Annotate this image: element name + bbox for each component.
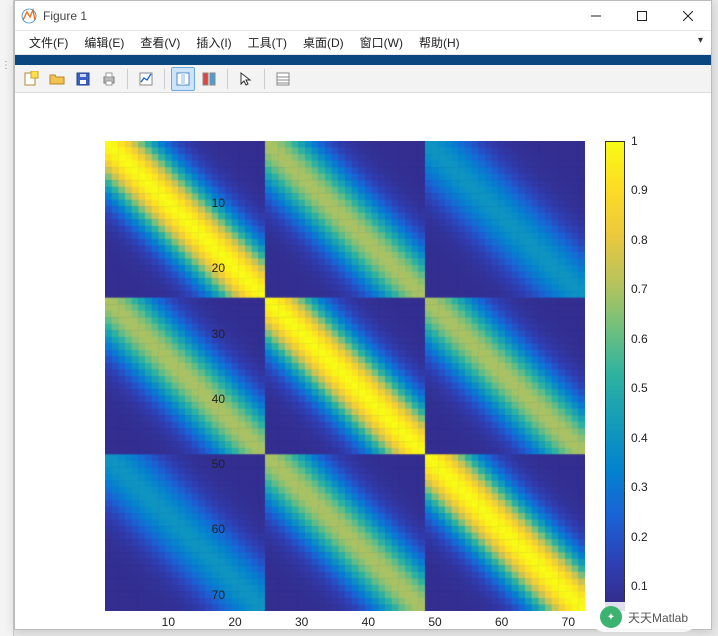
x-tick-label: 70 — [562, 615, 575, 629]
y-tick-label: 60 — [212, 522, 225, 536]
print-button[interactable] — [97, 67, 121, 91]
window-title: Figure 1 — [43, 9, 573, 23]
watermark-text: 天天Matlab — [628, 609, 688, 626]
figure-window: Figure 1 文件(F) 编辑(E) 查看(V) 插入(I) 工具(T) 桌… — [14, 0, 712, 630]
save-button[interactable] — [71, 67, 95, 91]
edit-plot-button[interactable] — [171, 67, 195, 91]
y-tick-label: 50 — [212, 457, 225, 471]
menu-window[interactable]: 窗口(W) — [352, 31, 411, 54]
menu-more-icon[interactable]: ▾ — [698, 35, 703, 46]
y-tick-label: 30 — [212, 327, 225, 341]
menu-file[interactable]: 文件(F) — [21, 31, 76, 54]
colorbar-tick-label: 1 — [631, 134, 638, 148]
colorbar-tick-label: 0.2 — [631, 530, 648, 544]
colorbar-canvas — [605, 141, 625, 611]
colorbar[interactable] — [605, 141, 625, 611]
y-tick-label: 70 — [212, 588, 225, 602]
x-tick-label: 60 — [495, 615, 508, 629]
heatmap-axes[interactable] — [105, 141, 585, 611]
x-tick-label: 10 — [162, 615, 175, 629]
pointer-button[interactable] — [234, 67, 258, 91]
figure-area: 10 20 30 40 50 60 70 10 20 30 40 50 60 70 0.1 0.2 0.3 0… — [15, 93, 711, 629]
menu-help[interactable]: 帮助(H) — [411, 31, 468, 54]
colorbar-tick-label: 0.3 — [631, 480, 648, 494]
gutter-glyph: ⋮ — [1, 60, 13, 72]
open-button[interactable] — [45, 67, 69, 91]
link-plot-button[interactable] — [134, 67, 158, 91]
menu-tools[interactable]: 工具(T) — [240, 31, 295, 54]
toolbar-separator — [264, 69, 265, 89]
toolbar-separator — [227, 69, 228, 89]
matlab-icon — [21, 8, 37, 24]
maximize-button[interactable] — [619, 1, 665, 31]
colorbar-tick-label: 0.4 — [631, 431, 648, 445]
colorbar-tick-label: 0.7 — [631, 282, 648, 296]
colorbar-tick-label: 0.1 — [631, 579, 648, 593]
wechat-icon: ✦ — [600, 606, 622, 628]
y-tick-label: 20 — [212, 261, 225, 275]
close-button[interactable] — [665, 1, 711, 31]
insert-colorbar-button[interactable] — [197, 67, 221, 91]
colorbar-tick-label: 0.9 — [631, 183, 648, 197]
x-tick-label: 40 — [362, 615, 375, 629]
titlebar: Figure 1 — [15, 1, 711, 31]
menubar: 文件(F) 编辑(E) 查看(V) 插入(I) 工具(T) 桌面(D) 窗口(W… — [15, 31, 711, 55]
menu-edit[interactable]: 编辑(E) — [76, 31, 132, 54]
toolbar-separator — [164, 69, 165, 89]
toolbar — [15, 65, 711, 93]
x-tick-label: 50 — [428, 615, 441, 629]
y-tick-label: 10 — [212, 196, 225, 210]
watermark: ✦ 天天Matlab — [590, 602, 698, 632]
menu-view[interactable]: 查看(V) — [132, 31, 188, 54]
colorbar-tick-label: 0.5 — [631, 381, 648, 395]
heatmap-canvas — [105, 141, 585, 611]
x-tick-label: 20 — [228, 615, 241, 629]
colorbar-tick-label: 0.6 — [631, 332, 648, 346]
property-inspector-button[interactable] — [271, 67, 295, 91]
new-figure-button[interactable] — [19, 67, 43, 91]
minimize-button[interactable] — [573, 1, 619, 31]
menu-insert[interactable]: 插入(I) — [188, 31, 239, 54]
background-gutter: ⋮ — [0, 0, 14, 636]
toolbar-separator — [127, 69, 128, 89]
colorbar-tick-label: 0.8 — [631, 233, 648, 247]
x-tick-label: 30 — [295, 615, 308, 629]
dock-strip — [15, 55, 711, 65]
menu-desktop[interactable]: 桌面(D) — [295, 31, 352, 54]
y-tick-label: 40 — [212, 392, 225, 406]
